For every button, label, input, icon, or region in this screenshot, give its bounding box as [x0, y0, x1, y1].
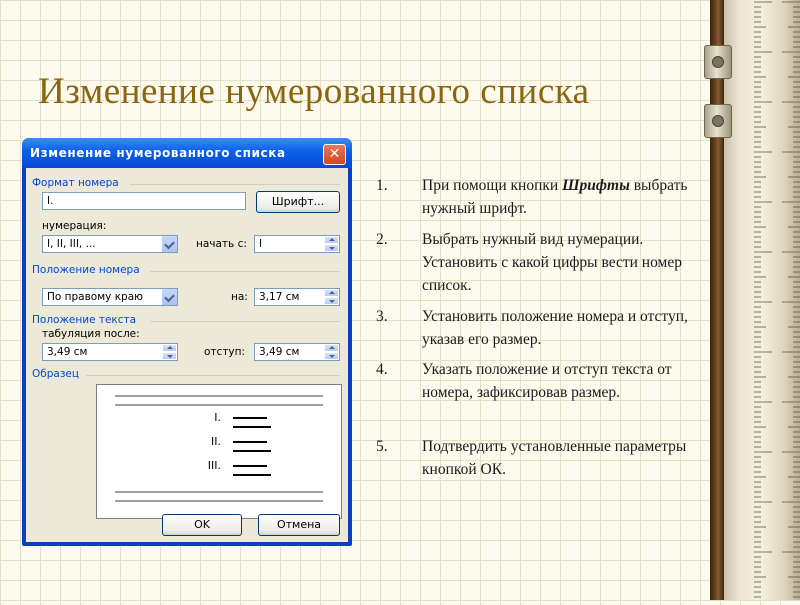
step-number: 3. — [376, 308, 388, 325]
start-at-value: I — [259, 238, 263, 250]
preview-text-line — [115, 500, 323, 502]
preview-item-line — [233, 426, 271, 428]
close-button[interactable]: ✕ — [323, 144, 346, 165]
preview-item-line — [233, 465, 267, 467]
numbered-list-dialog: Изменение нумерованного списка ✕ Формат … — [22, 138, 352, 546]
number-format-group-label: Формат номера — [32, 177, 119, 189]
preview-text-line — [115, 491, 323, 493]
start-at-label: начать с: — [196, 238, 247, 250]
alignment-value: По правому краю — [47, 291, 143, 303]
tab-after-stepper[interactable]: 3,49 см — [42, 343, 178, 361]
dialog-title: Изменение нумерованного списка — [30, 146, 286, 160]
ruler-ticks — [754, 1, 800, 598]
aligned-at-stepper[interactable]: 3,17 см — [254, 288, 340, 306]
start-at-stepper[interactable]: I — [254, 235, 340, 253]
wooden-rod — [710, 0, 724, 600]
ok-button[interactable]: OK — [162, 514, 242, 536]
group-divider — [130, 184, 340, 185]
screw-icon — [712, 115, 724, 127]
step-number: 2. — [376, 231, 388, 248]
alignment-select[interactable]: По правому краю — [42, 288, 178, 306]
close-icon: ✕ — [328, 146, 341, 162]
ruler-strip — [724, 0, 800, 600]
ruler-clamp — [704, 104, 732, 138]
indent-value: 3,49 см — [259, 346, 300, 358]
indent-label: отступ: — [204, 346, 246, 358]
group-divider — [86, 375, 340, 376]
numbering-style-value: I, II, III, ... — [47, 238, 96, 250]
preview-item-line — [233, 450, 271, 452]
step-number: 1. — [376, 177, 388, 194]
preview-item-line — [233, 474, 271, 476]
step-number: 5. — [376, 438, 388, 455]
group-divider — [150, 271, 340, 272]
indent-stepper[interactable]: 3,49 см — [254, 343, 340, 361]
spinner-arrows-icon[interactable] — [324, 344, 339, 360]
aligned-at-label: на: — [231, 291, 248, 303]
preview-number: II. — [211, 435, 221, 448]
tab-after-label: табуляция после: — [42, 328, 140, 340]
sample-preview: I. II. III. — [96, 384, 342, 519]
number-position-group-label: Положение номера — [32, 264, 140, 276]
group-divider — [150, 321, 340, 322]
spinner-arrows-icon[interactable] — [324, 236, 339, 252]
spinner-arrows-icon[interactable] — [324, 289, 339, 305]
cancel-button[interactable]: Отмена — [258, 514, 340, 536]
numbering-label: нумерация: — [42, 220, 107, 232]
step-number: 4. — [376, 361, 388, 378]
ruler-clamp — [704, 45, 732, 79]
ruler-decoration — [700, 0, 800, 600]
preview-item-line — [233, 441, 267, 443]
screw-icon — [712, 56, 724, 68]
spinner-arrows-icon[interactable] — [162, 344, 177, 360]
chevron-down-icon[interactable] — [161, 289, 177, 305]
preview-text-line — [115, 395, 323, 397]
step-emphasis: Шрифты — [562, 177, 630, 194]
font-button[interactable]: Шрифт... — [256, 191, 340, 213]
sample-group-label: Образец — [32, 368, 80, 380]
number-format-input[interactable]: I. — [42, 192, 246, 210]
step-text: Установить положение номера и отступ, ук… — [422, 308, 688, 348]
tab-after-value: 3,49 см — [47, 346, 88, 358]
preview-number: III. — [207, 459, 221, 472]
aligned-at-value: 3,17 см — [259, 291, 300, 303]
step-text: Указать положение и отступ текста от ном… — [422, 361, 672, 401]
chevron-down-icon[interactable] — [161, 236, 177, 252]
slide-title: Изменение нумерованного списка — [38, 71, 590, 112]
step-text: При помощи кнопки Шрифты выбрать нужный … — [422, 177, 688, 217]
preview-number: I. — [214, 411, 221, 424]
step-text: Выбрать нужный вид нумерации. Установить… — [422, 231, 682, 294]
dialog-titlebar[interactable]: Изменение нумерованного списка ✕ — [22, 138, 352, 168]
text-position-group-label: Положение текста — [32, 314, 137, 326]
step-text: Подтвердить установленные параметры кноп… — [422, 438, 687, 478]
preview-text-line — [115, 404, 323, 406]
numbering-style-select[interactable]: I, II, III, ... — [42, 235, 178, 253]
preview-item-line — [233, 417, 267, 419]
dialog-body: Формат номера I. Шрифт... нумерация: I, … — [26, 168, 348, 542]
